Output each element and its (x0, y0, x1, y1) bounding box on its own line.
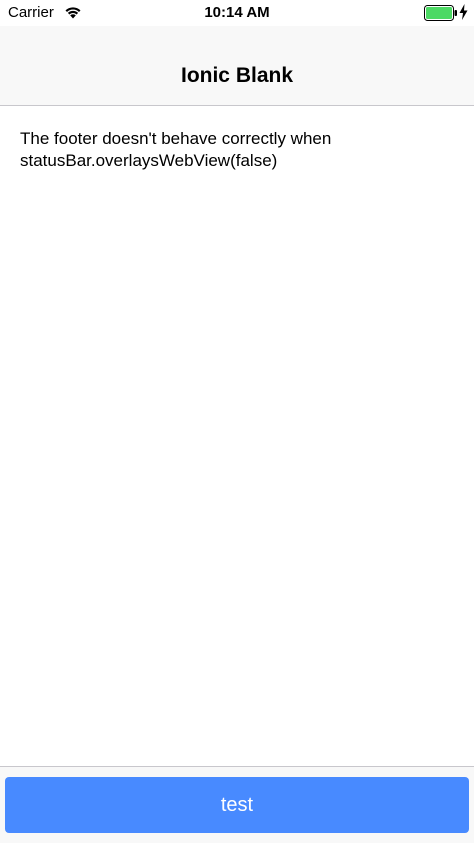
message-line-1: The footer doesn't behave correctly when (20, 129, 332, 148)
status-bar: Carrier 10:14 AM (0, 0, 474, 26)
header-toolbar: Ionic Blank (0, 26, 474, 106)
message-line-2: statusBar.overlaysWebView(false) (20, 151, 278, 170)
battery-icon (424, 5, 457, 21)
test-button[interactable]: test (5, 777, 469, 833)
content-area: The footer doesn't behave correctly when… (0, 106, 474, 766)
status-time: 10:14 AM (204, 4, 270, 21)
app-screen: Carrier 10:14 AM Ionic Blank The footer … (0, 0, 474, 843)
charging-bolt-icon (459, 4, 468, 20)
content-message: The footer doesn't behave correctly when… (20, 128, 460, 172)
page-title: Ionic Blank (180, 64, 294, 87)
footer-toolbar: test (0, 766, 474, 843)
